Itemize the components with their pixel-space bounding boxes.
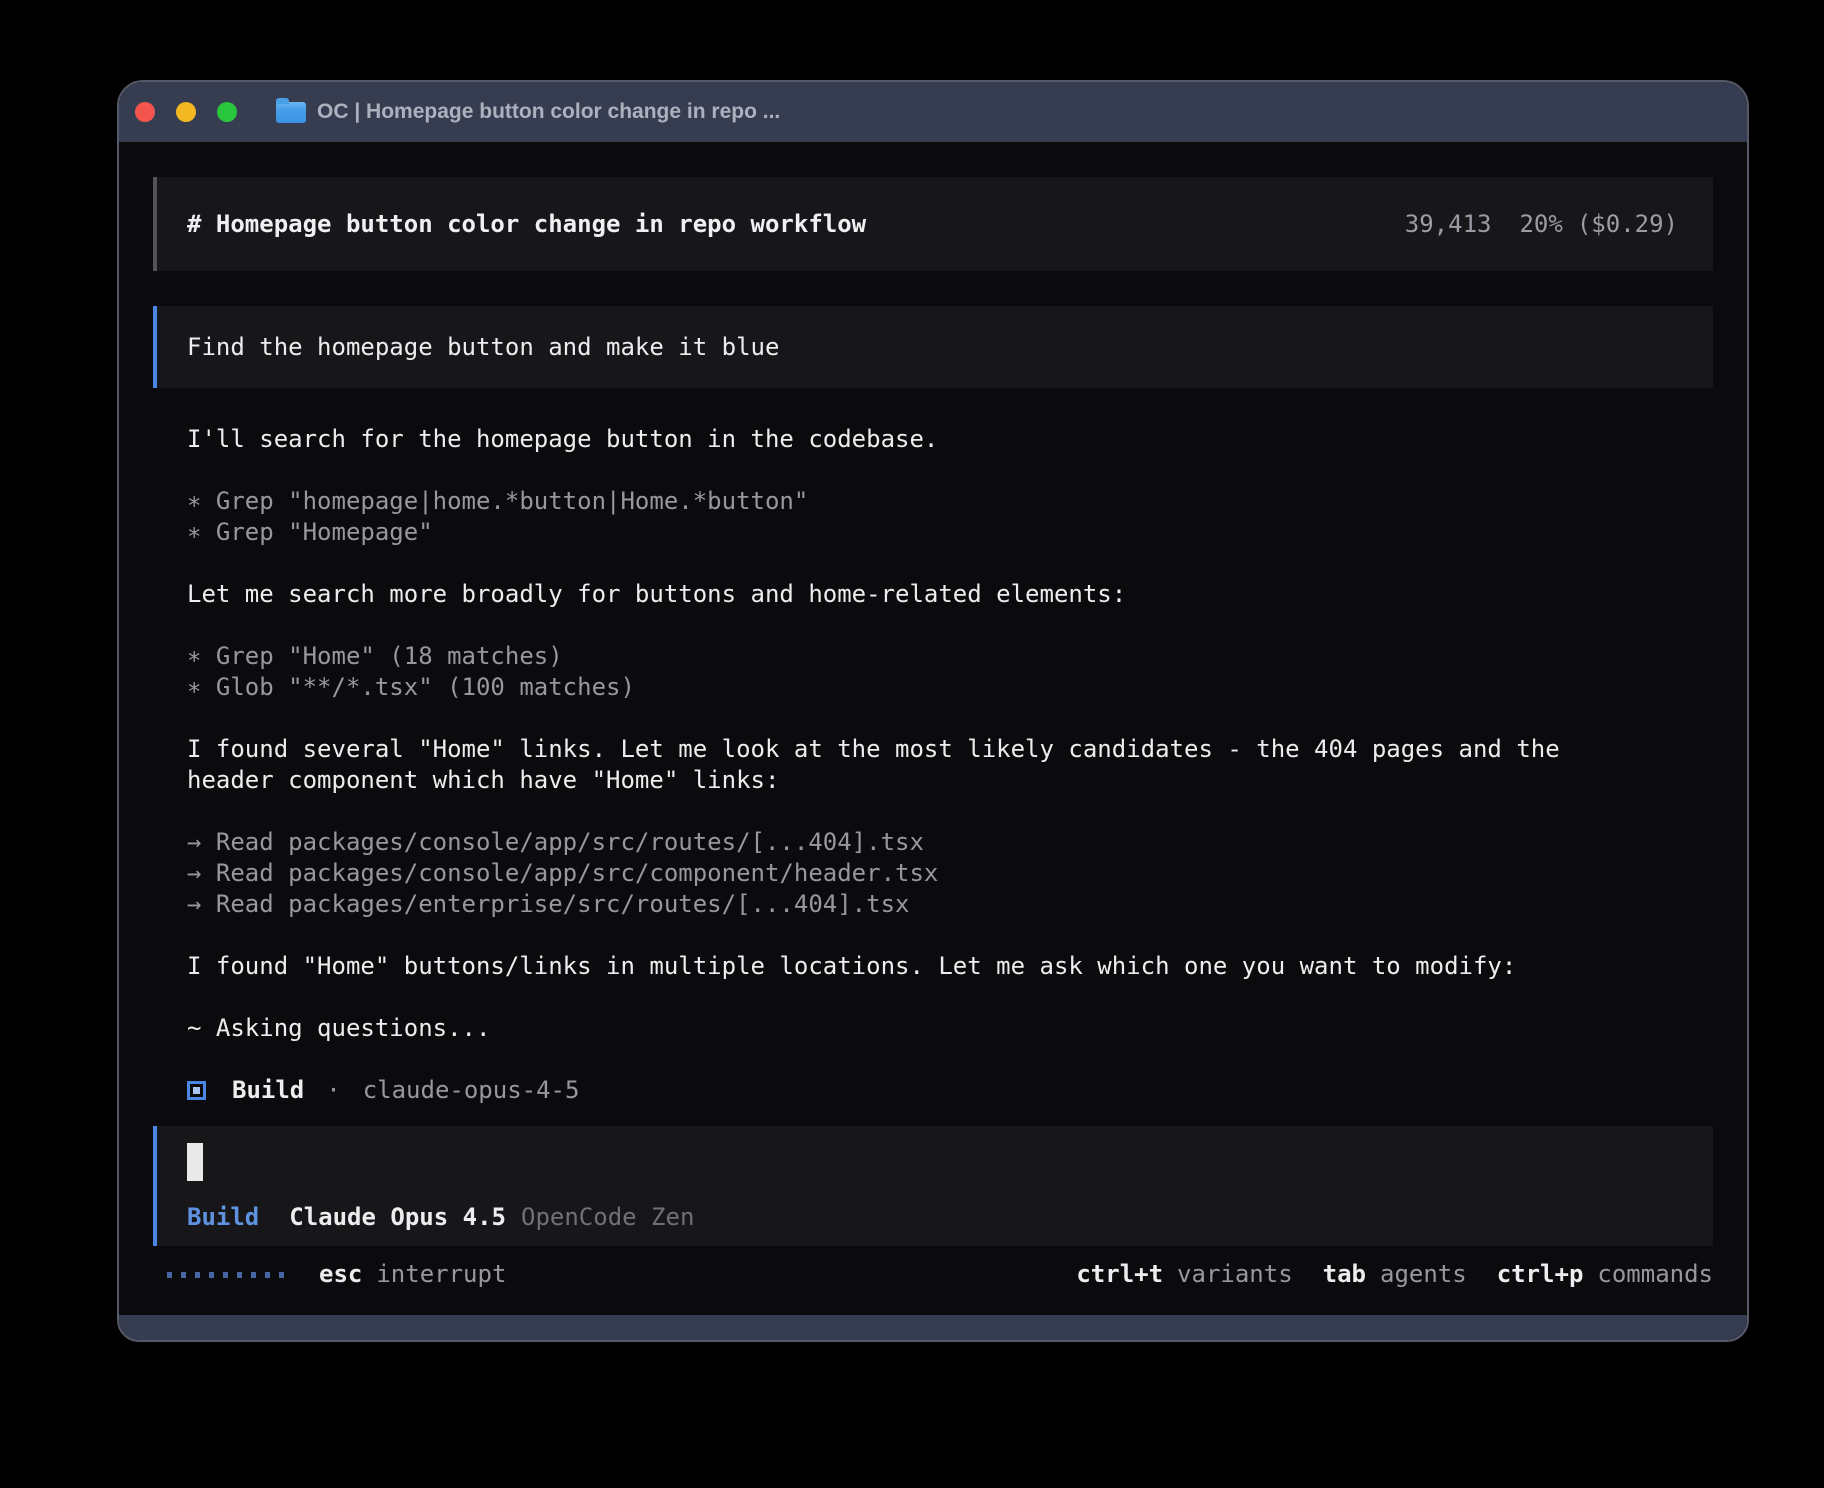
shortcut-commands: ctrl+p commands [1497, 1259, 1713, 1290]
transcript-line: ∗ Glob "**/*.tsx" (100 matches) [187, 672, 1713, 703]
status-bar: escinterrupt ctrl+tvariantstabagentsctrl… [153, 1259, 1713, 1290]
transcript-line: ~ Asking questions... [187, 1013, 1713, 1044]
input-provider-label: OpenCode Zen [521, 1202, 694, 1233]
session-header: # Homepage button color change in repo w… [153, 177, 1713, 271]
shortcut-key: ctrl+p [1497, 1260, 1584, 1288]
session-title: # Homepage button color change in repo w… [187, 209, 866, 240]
transcript-line: I'll search for the homepage button in t… [187, 424, 1713, 455]
token-count: 39,413 [1405, 210, 1492, 238]
transcript-line: Let me search more broadly for buttons a… [187, 579, 1713, 610]
agent-name: Build [232, 1075, 304, 1106]
transcript-line: → Read packages/enterprise/src/routes/[.… [187, 889, 1713, 920]
shortcut-label: interrupt [376, 1260, 506, 1288]
input-meta: Build Claude Opus 4.5 OpenCode Zen [187, 1202, 1685, 1233]
transcript-line [187, 548, 1713, 579]
terminal-window: OC | Homepage button color change in rep… [117, 80, 1749, 1342]
agent-separator: · [326, 1075, 340, 1106]
text-cursor [187, 1143, 203, 1181]
transcript-line [187, 610, 1713, 641]
spinner-dot [237, 1272, 242, 1278]
spinner-dot [167, 1272, 172, 1278]
session-cost: ($0.29) [1577, 210, 1678, 238]
transcript-line [187, 703, 1713, 734]
transcript: I'll search for the homepage button in t… [153, 424, 1713, 1044]
spinner-dot [223, 1272, 228, 1278]
agent-model: claude-opus-4-5 [363, 1075, 580, 1106]
user-message-text: Find the homepage button and make it blu… [187, 332, 779, 363]
spinner-dot [251, 1272, 256, 1278]
close-button[interactable] [135, 102, 155, 122]
transcript-line: → Read packages/console/app/src/routes/[… [187, 827, 1713, 858]
minimize-button[interactable] [176, 102, 196, 122]
shortcut-key: ctrl+t [1076, 1260, 1163, 1288]
shortcut-label: commands [1597, 1260, 1713, 1288]
shortcut-agents: tab agents [1323, 1259, 1467, 1290]
transcript-line: I found several "Home" links. Let me loo… [187, 734, 1713, 765]
user-message: Find the homepage button and make it blu… [153, 306, 1713, 388]
square-in-square-icon [187, 1081, 206, 1100]
agent-status-row: Build · claude-opus-4-5 [153, 1075, 1713, 1106]
maximize-button[interactable] [217, 102, 237, 122]
session-stats: 39,413 20% ($0.29) [1405, 209, 1678, 240]
input-agent-label: Build [187, 1202, 259, 1233]
spinner-dot [265, 1272, 270, 1278]
window-title: OC | Homepage button color change in rep… [317, 100, 780, 124]
spinner-dots [167, 1272, 284, 1278]
prompt-input[interactable]: Build Claude Opus 4.5 OpenCode Zen [153, 1126, 1713, 1246]
spinner-dot [209, 1272, 214, 1278]
transcript-line [187, 982, 1713, 1013]
traffic-lights [135, 102, 237, 122]
shortcut-key: esc [319, 1260, 362, 1288]
transcript-line: ∗ Grep "Home" (18 matches) [187, 641, 1713, 672]
transcript-line: ∗ Grep "Homepage" [187, 517, 1713, 548]
shortcut-key: tab [1323, 1260, 1366, 1288]
spinner-dot [279, 1272, 284, 1278]
window-footer-strip [119, 1315, 1747, 1340]
transcript-line: → Read packages/console/app/src/componen… [187, 858, 1713, 889]
context-percent: 20% [1519, 210, 1562, 238]
transcript-line: header component which have "Home" links… [187, 765, 1713, 796]
shortcut-variants: ctrl+t variants [1076, 1259, 1292, 1290]
transcript-line [187, 455, 1713, 486]
titlebar[interactable]: OC | Homepage button color change in rep… [119, 82, 1747, 142]
transcript-line [187, 796, 1713, 827]
spinner-dot [195, 1272, 200, 1278]
transcript-line: ∗ Grep "homepage|home.*button|Home.*butt… [187, 486, 1713, 517]
shortcut-label: agents [1380, 1260, 1467, 1288]
folder-icon [276, 102, 306, 123]
status-bar-right: ctrl+t variants tab agents ctrl+p commands [1046, 1259, 1713, 1290]
transcript-line: I found "Home" buttons/links in multiple… [187, 951, 1713, 982]
spinner-dot [181, 1272, 186, 1278]
input-model-label: Claude Opus 4.5 [289, 1202, 506, 1233]
shortcut-interrupt: esc interrupt [319, 1259, 506, 1290]
shortcut-label: variants [1177, 1260, 1293, 1288]
terminal-content: # Homepage button color change in repo w… [119, 142, 1747, 1315]
transcript-line [187, 920, 1713, 951]
